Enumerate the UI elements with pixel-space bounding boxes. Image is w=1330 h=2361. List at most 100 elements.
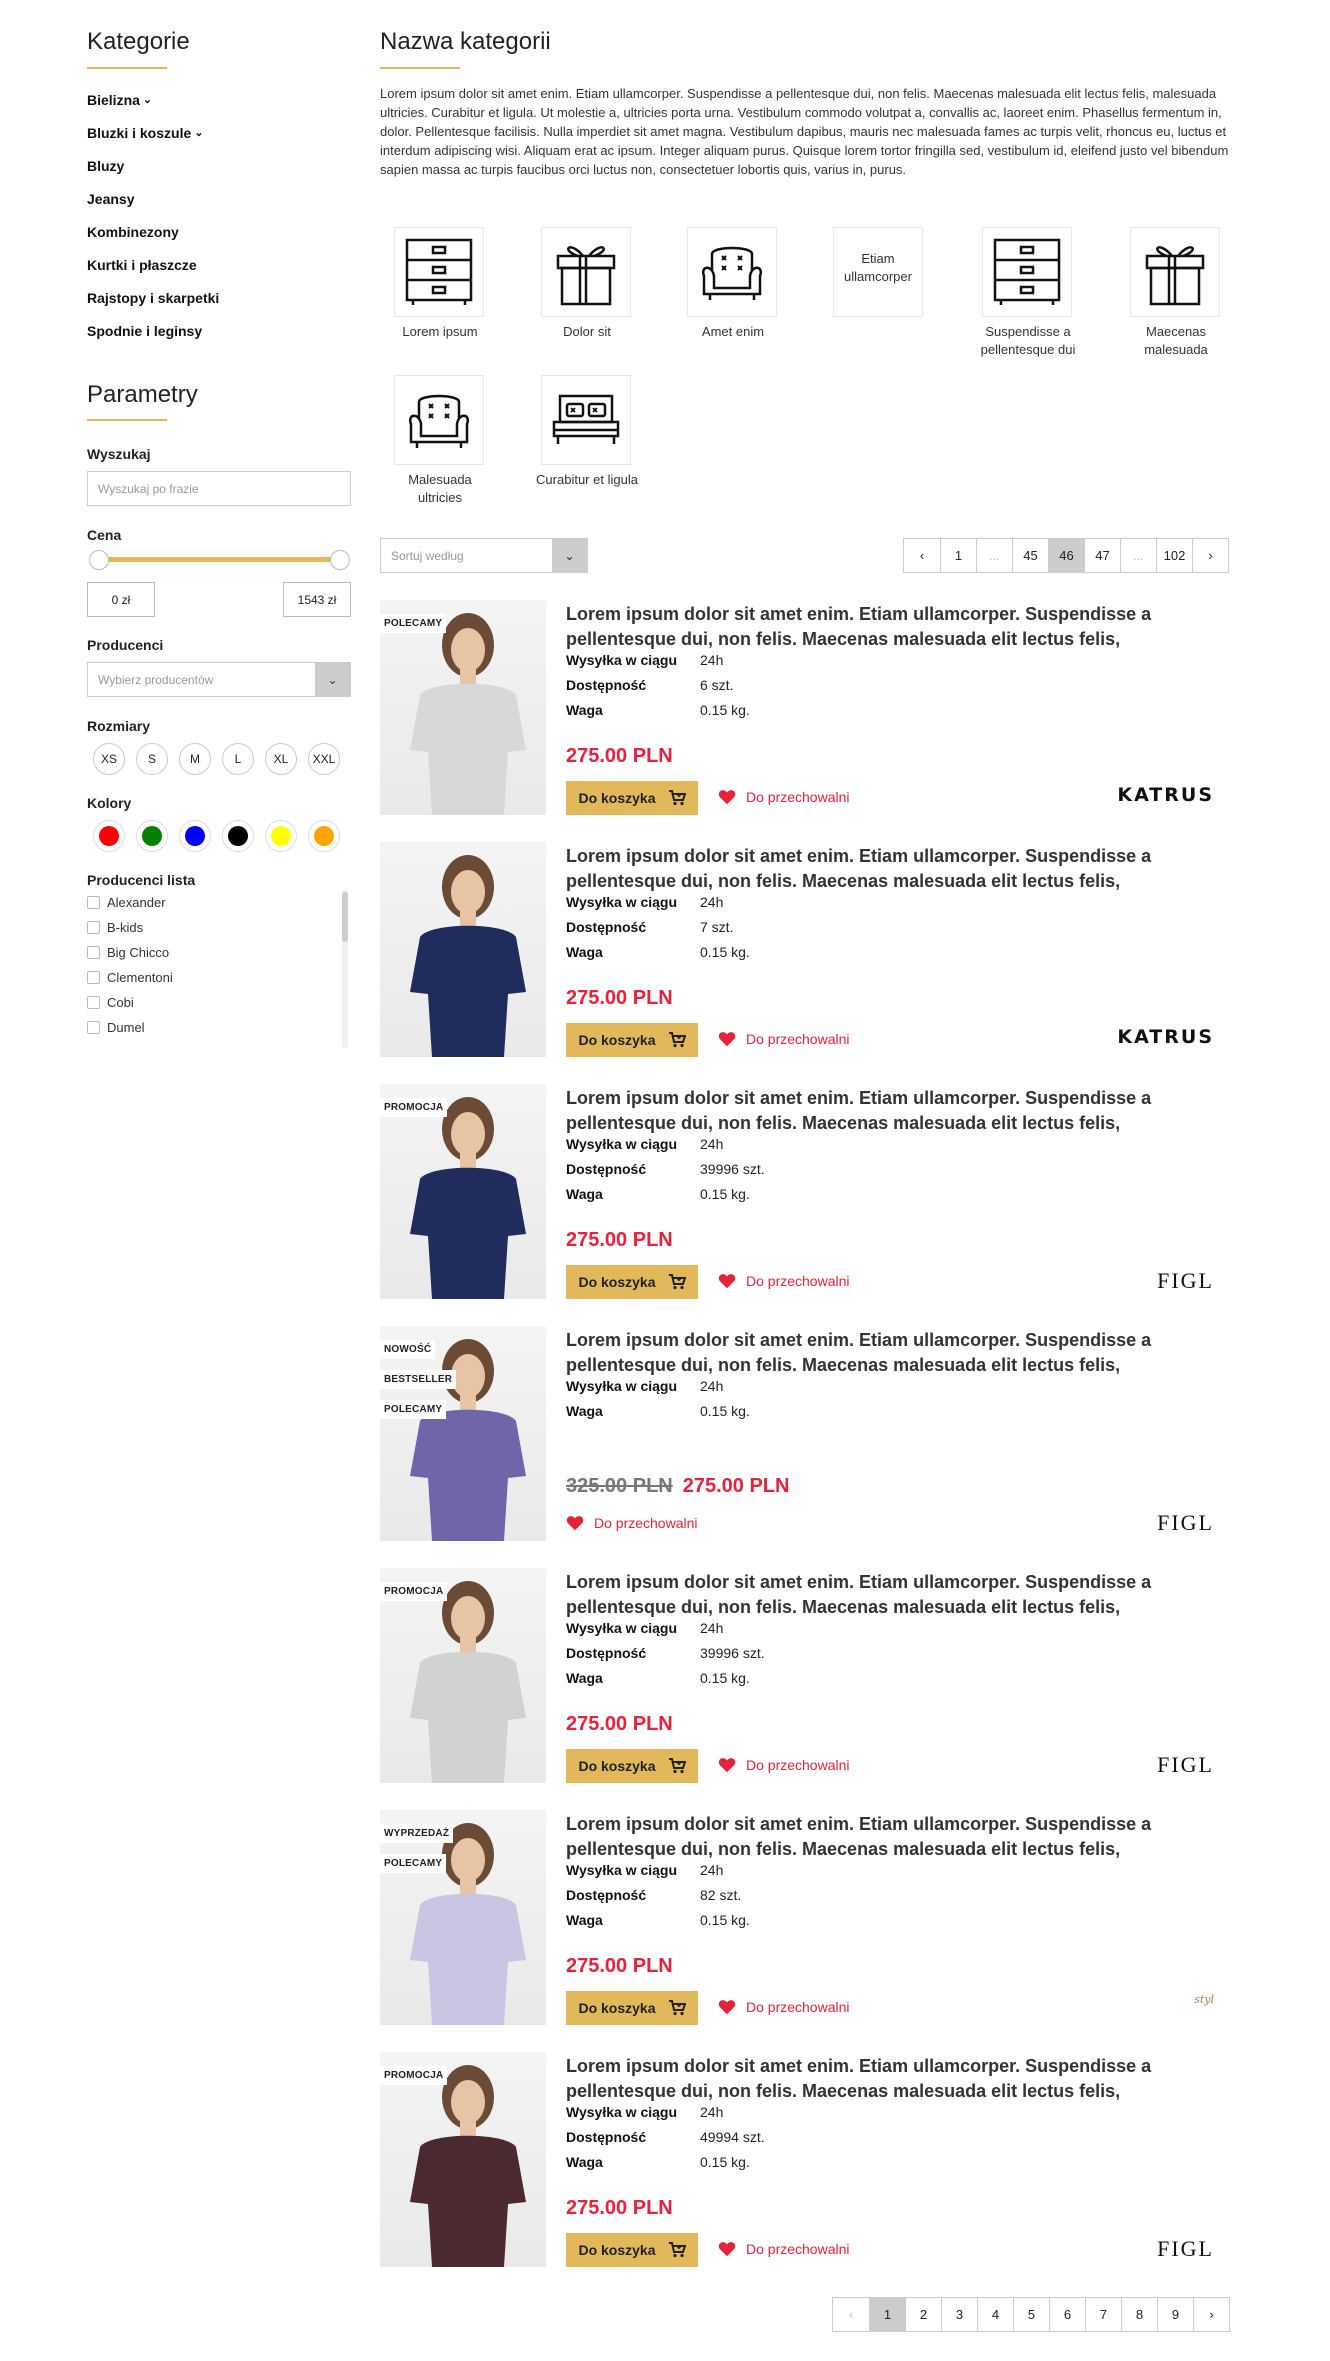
add-to-cart-button[interactable]: Do koszyka (566, 781, 698, 815)
pager-page[interactable]: 45 (1012, 539, 1048, 572)
wishlist-button[interactable]: Do przechowalni (718, 1999, 850, 2015)
brand-logo[interactable]: FIGL (1157, 1510, 1214, 1536)
subcategory-tile[interactable]: Curabitur et ligula (526, 375, 648, 489)
size-xs[interactable]: XS (93, 743, 125, 775)
search-input[interactable]: Wyszukaj po frazie (87, 471, 351, 506)
category-spodnie[interactable]: Spodnie i leginsy (87, 314, 347, 347)
add-to-cart-button[interactable]: Do koszyka (566, 1023, 698, 1057)
wishlist-button[interactable]: Do przechowalni (566, 1515, 698, 1531)
subcategory-tile[interactable]: Dolor sit (541, 227, 633, 341)
pager-page[interactable]: 102 (1156, 539, 1192, 572)
category-rajstopy[interactable]: Rajstopy i skarpetki (87, 281, 347, 314)
pager-page[interactable]: 7 (1085, 2298, 1121, 2331)
brand-logo[interactable]: KATRUS (1117, 1026, 1214, 1048)
subcategory-tile[interactable]: Malesuada ultricies (394, 375, 486, 507)
add-to-cart-button[interactable]: Do koszyka (566, 2233, 698, 2267)
category-bluzy[interactable]: Bluzy (87, 149, 347, 182)
producer-checkbox-cobi[interactable]: Cobi (87, 990, 351, 1015)
color-blue[interactable] (179, 820, 211, 852)
producer-checkbox-big-chicco[interactable]: Big Chicco (87, 940, 351, 965)
product-title[interactable]: Lorem ipsum dolor sit amet enim. Etiam u… (566, 1328, 1216, 1378)
price-min-input[interactable]: 0 zł (87, 582, 155, 617)
brand-logo[interactable]: FIGL (1157, 1752, 1214, 1778)
size-m[interactable]: M (179, 743, 211, 775)
product-title[interactable]: Lorem ipsum dolor sit amet enim. Etiam u… (566, 844, 1216, 894)
add-to-cart-button[interactable]: Do koszyka (566, 1265, 698, 1299)
category-kombinezony[interactable]: Kombinezony (87, 215, 347, 248)
subcategory-tile[interactable]: Etiam ullamcorper (833, 227, 925, 317)
subcategory-tile[interactable]: Maecenas malesuada (1130, 227, 1222, 359)
producer-checkbox-alexander[interactable]: Alexander (87, 890, 351, 915)
pager-page[interactable]: 2 (905, 2298, 941, 2331)
category-jeansy[interactable]: Jeansy (87, 182, 347, 215)
current-price: 275.00 PLN (682, 1475, 790, 1497)
product-badge: PROMOCJA (380, 2066, 448, 2085)
pager-ellipsis: ... (1120, 539, 1156, 572)
sort-select[interactable]: Sortuj według ⌄ (380, 538, 588, 573)
wishlist-button[interactable]: Do przechowalni (718, 1273, 850, 1289)
category-kurtki[interactable]: Kurtki i płaszcze (87, 248, 347, 281)
producer-name: B-kids (107, 920, 144, 935)
scrollbar-thumb[interactable] (342, 892, 348, 942)
checkbox[interactable] (87, 1021, 100, 1034)
size-s[interactable]: S (136, 743, 168, 775)
wishlist-button[interactable]: Do przechowalni (718, 1031, 850, 1047)
producer-checkbox-b-kids[interactable]: B-kids (87, 915, 351, 940)
color-green[interactable] (136, 820, 168, 852)
product-title[interactable]: Lorem ipsum dolor sit amet enim. Etiam u… (566, 1570, 1216, 1620)
subcategory-tile[interactable]: Lorem ipsum (394, 227, 486, 341)
pager-page[interactable]: 3 (941, 2298, 977, 2331)
pager-next-button[interactable]: › (1192, 539, 1228, 572)
color-red[interactable] (93, 820, 125, 852)
pager-page[interactable]: 47 (1084, 539, 1120, 572)
price-slider-min-handle[interactable] (89, 550, 109, 570)
pager-page-active[interactable]: 46 (1048, 539, 1084, 572)
size-xl[interactable]: XL (265, 743, 297, 775)
subcategory-tile[interactable]: Suspendisse a pellentesque dui (972, 227, 1084, 359)
wishlist-button[interactable]: Do przechowalni (718, 1757, 850, 1773)
producer-checkbox-clementoni[interactable]: Clementoni (87, 965, 351, 990)
size-l[interactable]: L (222, 743, 254, 775)
size-xxl[interactable]: XXL (308, 743, 340, 775)
checkbox[interactable] (87, 896, 100, 909)
price-slider-max-handle[interactable] (330, 550, 350, 570)
checkbox[interactable] (87, 971, 100, 984)
color-orange[interactable] (308, 820, 340, 852)
brand-logo[interactable]: FIGL (1157, 2236, 1214, 2262)
producers-select[interactable]: Wybierz producentów ⌄ (87, 662, 351, 697)
wishlist-button[interactable]: Do przechowalni (718, 789, 850, 805)
product-title[interactable]: Lorem ipsum dolor sit amet enim. Etiam u… (566, 2054, 1216, 2104)
product-image[interactable] (380, 842, 546, 1057)
color-black[interactable] (222, 820, 254, 852)
color-yellow[interactable] (265, 820, 297, 852)
pager-prev-button[interactable]: ‹ (833, 2298, 869, 2331)
brand-logo[interactable]: styl (1194, 1994, 1214, 2005)
pager-page[interactable]: 5 (1013, 2298, 1049, 2331)
pager-page[interactable]: 9 (1157, 2298, 1193, 2331)
spec-key: Dostępność (566, 1161, 647, 1177)
wishlist-button[interactable]: Do przechowalni (718, 2241, 850, 2257)
pager-next-button[interactable]: › (1193, 2298, 1229, 2331)
add-to-cart-button[interactable]: Do koszyka (566, 1991, 698, 2025)
category-bielizna[interactable]: Bielizna ⌄ (87, 83, 347, 116)
category-bluzki-i-koszule[interactable]: Bluzki i koszule ⌄ (87, 116, 347, 149)
pager-page[interactable]: 1 (940, 539, 976, 572)
checkbox[interactable] (87, 946, 100, 959)
checkbox[interactable] (87, 996, 100, 1009)
checkbox[interactable] (87, 921, 100, 934)
brand-logo[interactable]: FIGL (1157, 1268, 1214, 1294)
pager-prev-button[interactable]: ‹ (904, 539, 940, 572)
price-slider-track[interactable] (97, 557, 341, 562)
product-title[interactable]: Lorem ipsum dolor sit amet enim. Etiam u… (566, 1086, 1216, 1136)
producer-checkbox-dumel[interactable]: Dumel (87, 1015, 351, 1040)
price-max-input[interactable]: 1543 zł (283, 582, 351, 617)
pager-page[interactable]: 4 (977, 2298, 1013, 2331)
pager-page[interactable]: 8 (1121, 2298, 1157, 2331)
pager-page-active[interactable]: 1 (869, 2298, 905, 2331)
brand-logo[interactable]: KATRUS (1117, 784, 1214, 806)
add-to-cart-button[interactable]: Do koszyka (566, 1749, 698, 1783)
subcategory-tile[interactable]: Amet enim (687, 227, 779, 341)
pager-page[interactable]: 6 (1049, 2298, 1085, 2331)
product-title[interactable]: Lorem ipsum dolor sit amet enim. Etiam u… (566, 1812, 1216, 1862)
product-title[interactable]: Lorem ipsum dolor sit amet enim. Etiam u… (566, 602, 1216, 652)
